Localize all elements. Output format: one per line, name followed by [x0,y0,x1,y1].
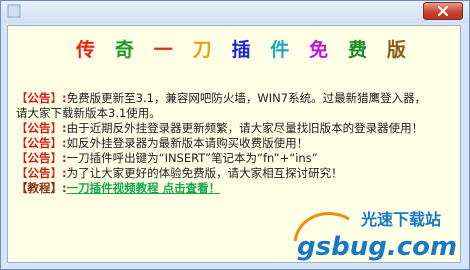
notice-text: 请大家下载新版本3.1使用。 [16,106,161,120]
banner-char: 件 [270,38,290,61]
notice-tag: 教程 [27,181,51,195]
notice-bracket: 【 [16,136,28,150]
notice-bracket: 】 [50,91,63,105]
notice-bracket: 【 [16,91,28,105]
watermark-top-text: 光速下载站 [360,210,441,229]
notice-line: 请大家下载新版本3.1使用。 [16,106,456,121]
notice-list: 【公告】:免费版更新至3.1，兼容网吧防火墙，WIN7系统。过最新猎鹰登入器， … [16,91,456,196]
banner-title: 传 奇 一 刀 插 件 免 费 版 [76,35,406,61]
notice-tag: 公告 [27,151,51,165]
app-window: 传 奇 一 刀 插 件 免 费 版 【公告】:免费版更新至3.1，兼容网吧防火墙… [0,0,470,270]
banner-char: 奇 [114,38,134,61]
close-icon [437,6,449,16]
banner-char: 刀 [192,38,212,61]
banner-char: 传 [76,38,96,61]
banner-char: 一 [153,38,173,61]
notice-tag: 公告 [27,136,51,150]
notice-bracket: 【 [16,151,28,165]
notice-line: 【教程】:一刀插件视频教程 点击查看！ [16,181,456,196]
notice-line: 【公告】:为了让大家更好的体验免费版，请大家相互探讨研究！ [16,166,456,181]
close-button[interactable] [423,2,463,20]
notice-bracket: 】 [50,136,63,150]
notice-text: 如反外挂登录器为最新版本请购买收费版使用！ [66,136,309,150]
banner-char: 免 [309,38,329,61]
notice-tag: 公告 [27,91,51,105]
banner-char: 插 [231,38,251,61]
notice-bracket: 【 [16,121,28,135]
notice-text: 为了让大家更好的体验免费版，请大家相互探讨研究！ [66,166,343,180]
notice-bracket: 】 [50,166,63,180]
notice-line: 【公告】:一刀插件呼出键为“INSERT”笔记本为“fn”+“ins” [16,151,456,166]
notice-tag: 公告 [27,166,51,180]
notice-text: 一刀插件呼出键为“INSERT”笔记本为“fn”+“ins” [66,151,318,165]
notice-line: 【公告】:免费版更新至3.1，兼容网吧防火墙，WIN7系统。过最新猎鹰登入器， [16,91,456,106]
banner-char: 费 [348,38,368,61]
app-icon [7,4,21,18]
notice-line: 【公告】:由于近期反外挂登录器更新频繁，请大家尽量找旧版本的登录器使用！ [16,121,456,136]
notice-bracket: 】 [50,181,63,195]
notice-line: 【公告】:如反外挂登录器为最新版本请购买收费版使用！ [16,136,456,151]
tutorial-video-link[interactable]: 一刀插件视频教程 点击查看！ [67,181,221,195]
notice-text: 由于近期反外挂登录器更新频繁，请大家尽量找旧版本的登录器使用！ [66,121,424,135]
banner-char: 版 [386,38,406,61]
site-watermark: 光速下载站 gsbug.com [289,201,467,263]
notice-bracket: 【 [16,181,28,195]
notice-bracket: 【 [16,166,28,180]
notice-bracket: 】 [50,121,63,135]
title-bar[interactable] [1,1,469,23]
watermark-bottom-text: gsbug.com [297,232,457,262]
notice-tag: 公告 [27,121,51,135]
notice-bracket: 】 [50,151,63,165]
notice-text: 免费版更新至3.1，兼容网吧防火墙，WIN7系统。过最新猎鹰登入器， [66,91,427,105]
